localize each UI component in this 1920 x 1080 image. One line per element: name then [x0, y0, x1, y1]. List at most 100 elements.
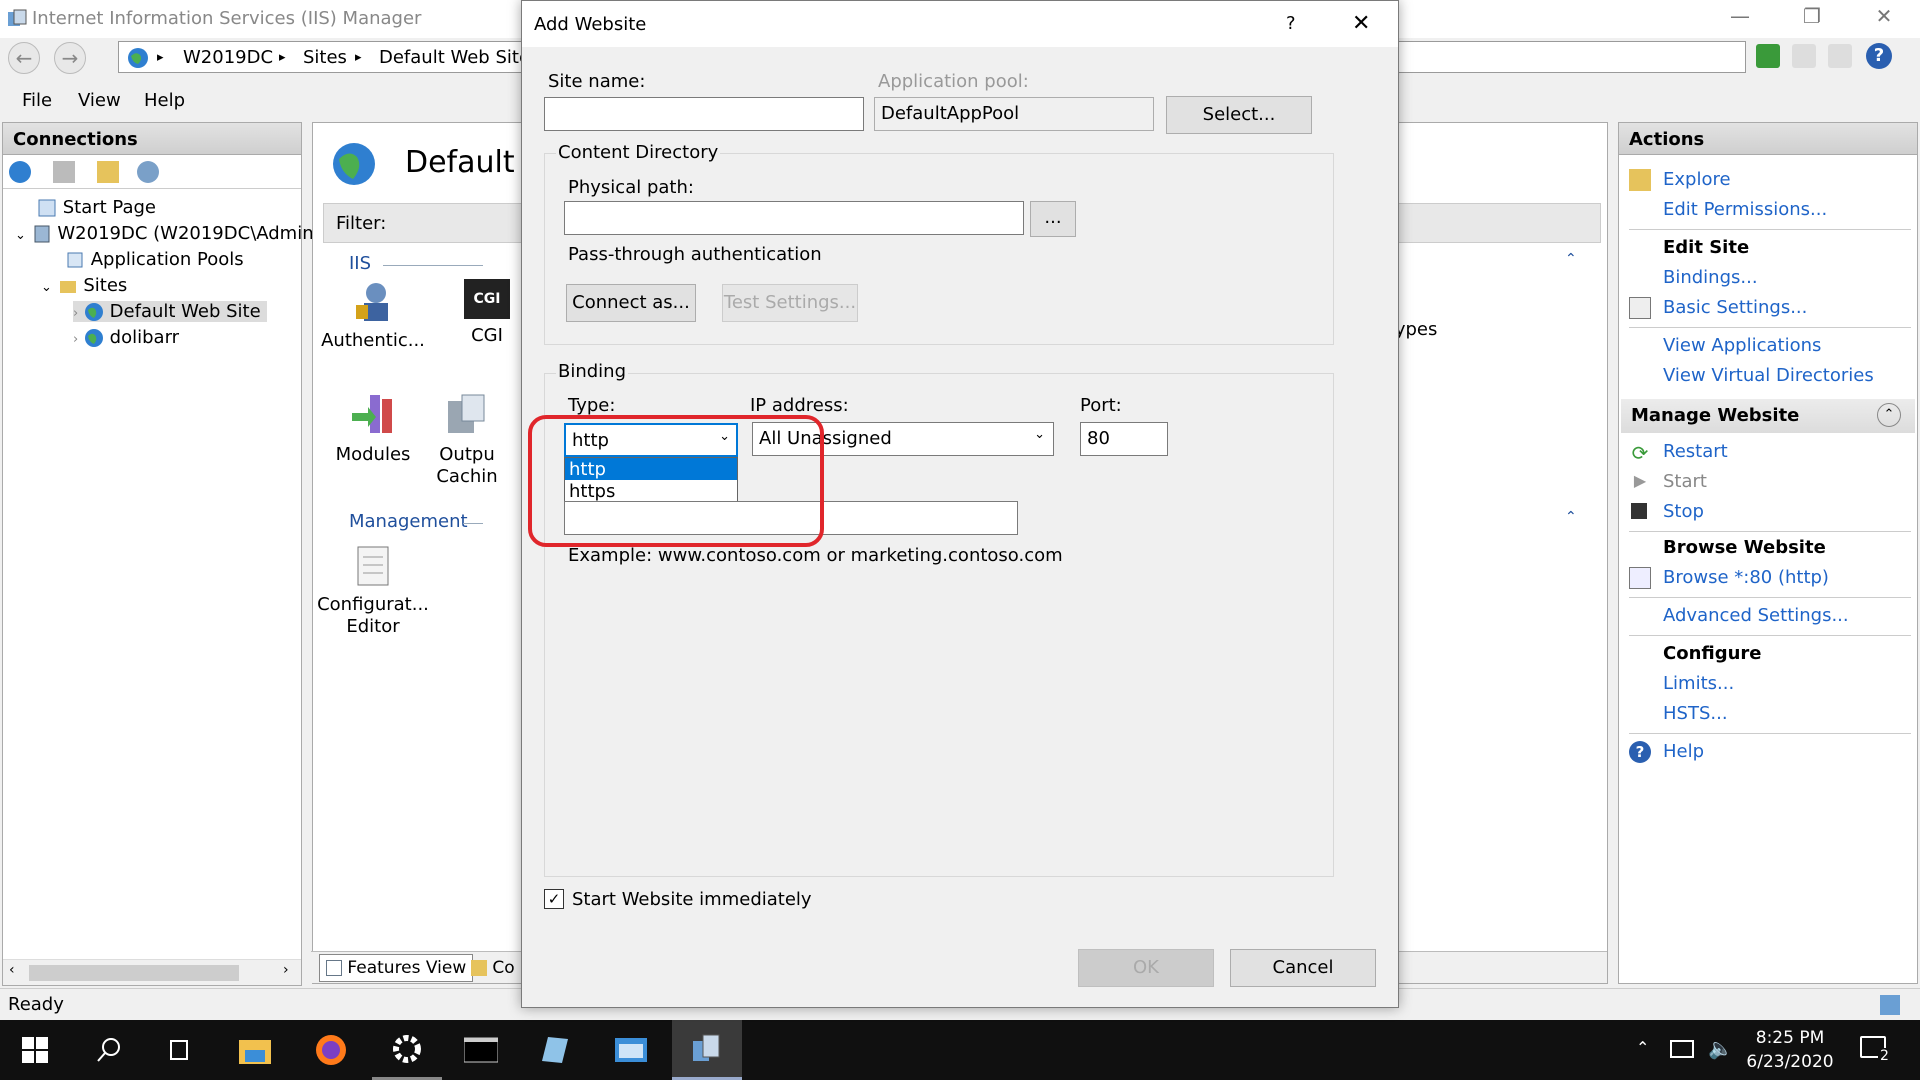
scroll-right-icon[interactable]: ›	[283, 962, 289, 978]
action-start[interactable]: Start	[1663, 471, 1707, 492]
terminal-icon	[464, 1037, 498, 1063]
feature-configuration-editor[interactable]: Configurat... Editor	[313, 543, 433, 638]
browse-path-button[interactable]: ...	[1030, 201, 1076, 237]
network-icon[interactable]	[1670, 1040, 1694, 1058]
explore-icon	[1629, 169, 1651, 191]
collapse-section-icon[interactable]: ⌃	[1877, 403, 1901, 427]
collapse-group-icon[interactable]: ⌃	[1565, 509, 1577, 525]
connect-as-button[interactable]: Connect as...	[566, 284, 696, 322]
collapse-chevron-icon[interactable]: ›	[73, 306, 78, 321]
action-browse-80[interactable]: Browse *:80 (http)	[1663, 567, 1829, 588]
start-immediately-checkbox[interactable]: ✓	[544, 889, 564, 909]
menu-file[interactable]: File	[22, 90, 52, 111]
expand-chevron-icon[interactable]: ⌄	[15, 228, 26, 243]
expand-chevron-icon[interactable]: ⌄	[41, 280, 52, 295]
ok-button[interactable]: OK	[1078, 949, 1214, 987]
task-view-button[interactable]	[144, 1020, 214, 1080]
horizontal-scrollbar[interactable]: ‹ ›	[3, 959, 301, 985]
breadcrumb-item[interactable]: Default Web Site	[379, 47, 530, 68]
tree-item-server[interactable]: ⌄ W2019DC (W2019DC\Adminis	[15, 223, 328, 244]
action-basic-settings[interactable]: Basic Settings...	[1663, 297, 1807, 318]
tree-item-sites[interactable]: ⌄ Sites	[41, 275, 127, 296]
section-configure: Configure	[1663, 643, 1762, 664]
clock[interactable]: 8:25 PM 6/23/2020	[1740, 1026, 1840, 1074]
action-edit-permissions[interactable]: Edit Permissions...	[1663, 199, 1827, 220]
taskbar-terminal[interactable]	[446, 1020, 516, 1080]
back-arrow-icon[interactable]: ←	[8, 42, 40, 74]
notification-count: 2	[1878, 1048, 1891, 1064]
action-bindings[interactable]: Bindings...	[1663, 267, 1758, 288]
start-immediately-label: Start Website immediately	[572, 889, 812, 910]
action-view-virtual-directories[interactable]: View Virtual Directories	[1663, 365, 1874, 386]
firefox-icon	[316, 1035, 346, 1065]
stop-icon	[1631, 503, 1647, 519]
authentication-icon	[356, 283, 388, 321]
taskbar-firefox[interactable]	[296, 1020, 366, 1080]
dialog-close-button[interactable]: ✕	[1352, 11, 1370, 36]
site-name-input[interactable]	[544, 97, 864, 131]
start-page-icon	[38, 199, 56, 217]
action-explore[interactable]: Explore	[1663, 169, 1731, 190]
volume-icon[interactable]: 🔈	[1708, 1036, 1733, 1060]
forward-arrow-icon[interactable]: →	[54, 42, 86, 74]
action-stop[interactable]: Stop	[1663, 501, 1704, 522]
feature-output-caching[interactable]: Outpu Cachin	[427, 393, 507, 488]
tab-features-view[interactable]: Features View	[319, 954, 474, 982]
tree-item-dolibarr[interactable]: › dolibarr	[73, 327, 179, 348]
taskbar-settings[interactable]	[372, 1020, 442, 1080]
taskbar-server-manager[interactable]	[596, 1020, 666, 1080]
tab-content-view[interactable]: Co	[471, 954, 515, 982]
menu-view[interactable]: View	[78, 90, 121, 111]
disconnect-icon[interactable]	[137, 161, 159, 183]
scroll-left-icon[interactable]: ‹	[9, 962, 15, 978]
iis-app-icon	[8, 9, 27, 26]
scrollbar-thumb[interactable]	[29, 965, 239, 981]
app-pool-label: Application pool:	[878, 71, 1029, 92]
annotation-highlight	[528, 415, 824, 547]
restore-button[interactable]: ❐	[1792, 4, 1832, 34]
taskbar-notepad[interactable]	[520, 1020, 590, 1080]
close-window-button[interactable]: ✕	[1864, 4, 1904, 34]
breadcrumb-item[interactable]: W2019DC	[183, 47, 273, 68]
action-advanced-settings[interactable]: Advanced Settings...	[1663, 605, 1849, 626]
action-help[interactable]: Help	[1663, 741, 1704, 762]
port-input[interactable]: 80	[1080, 422, 1168, 456]
feature-modules[interactable]: Modules	[313, 393, 433, 465]
action-view-applications[interactable]: View Applications	[1663, 335, 1821, 356]
site-globe-icon	[333, 143, 375, 185]
menu-help[interactable]: Help	[144, 90, 185, 111]
tree-item-start-page[interactable]: Start Page	[37, 197, 156, 218]
connection-status-icon	[1880, 995, 1900, 1015]
tree-item-app-pools[interactable]: Application Pools	[65, 249, 244, 270]
search-button[interactable]	[74, 1020, 144, 1080]
select-app-pool-button[interactable]: Select...	[1166, 96, 1312, 134]
app-pools-icon	[67, 252, 83, 268]
action-limits[interactable]: Limits...	[1663, 673, 1734, 694]
connect-icon[interactable]	[9, 161, 31, 183]
tree-item-default-web-site[interactable]: › Default Web Site	[73, 301, 267, 322]
cancel-button[interactable]: Cancel	[1230, 949, 1376, 987]
type-label: Type:	[568, 395, 616, 416]
start-button[interactable]	[0, 1020, 70, 1080]
taskbar-file-explorer[interactable]	[220, 1020, 290, 1080]
refresh-icon[interactable]	[1756, 44, 1780, 68]
action-restart[interactable]: Restart	[1663, 441, 1728, 462]
action-hsts[interactable]: HSTS...	[1663, 703, 1728, 724]
up-folder-icon[interactable]	[97, 161, 119, 183]
feature-authentication[interactable]: Authentic...	[313, 279, 433, 351]
physical-path-input[interactable]	[564, 201, 1024, 235]
minimize-button[interactable]: —	[1720, 4, 1760, 34]
help-icon[interactable]: ?	[1866, 43, 1892, 69]
tray-chevron-icon[interactable]: ⌃	[1636, 1038, 1649, 1057]
task-view-icon	[170, 1040, 188, 1060]
dialog-help-button[interactable]: ?	[1286, 13, 1296, 34]
save-icon[interactable]	[53, 161, 75, 183]
test-settings-button[interactable]: Test Settings...	[722, 284, 858, 322]
taskbar-iis-manager[interactable]	[672, 1020, 742, 1080]
breadcrumb-item[interactable]: Sites	[303, 47, 347, 68]
stop-icon[interactable]	[1792, 44, 1816, 68]
home-icon[interactable]	[1828, 44, 1852, 68]
collapse-chevron-icon[interactable]: ›	[73, 332, 78, 347]
server-icon	[34, 225, 50, 243]
collapse-group-icon[interactable]: ⌃	[1565, 251, 1577, 267]
